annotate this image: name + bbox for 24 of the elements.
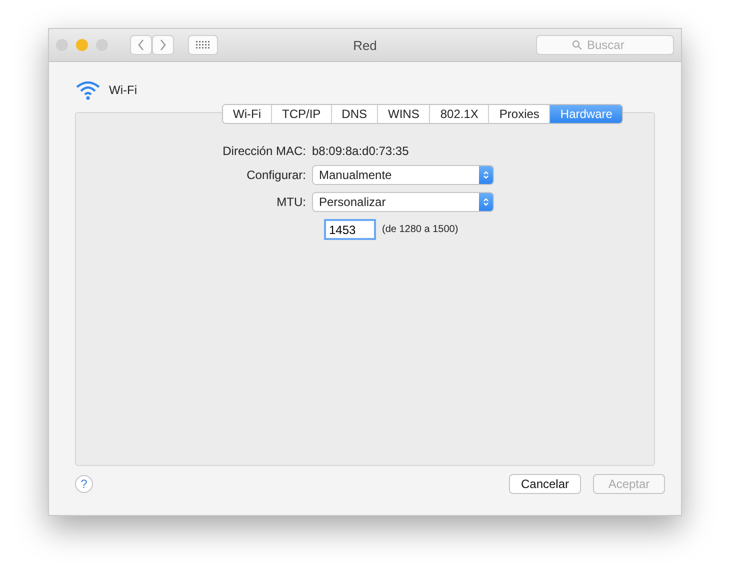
help-button[interactable]: ? — [75, 475, 93, 493]
grid-icon — [196, 41, 210, 49]
popup-menu[interactable]: Personalizar — [312, 192, 494, 212]
chevron-right-icon — [159, 39, 167, 51]
back-button[interactable] — [130, 35, 152, 55]
cancel-button[interactable]: Cancelar — [509, 474, 581, 494]
forward-button[interactable] — [152, 35, 174, 55]
search-field[interactable]: Buscar — [536, 35, 674, 55]
wifi-icon — [75, 80, 101, 100]
window-title: Red — [353, 38, 377, 52]
field-label: MTU: — [276, 195, 306, 209]
service-title: Wi-Fi — [109, 83, 137, 97]
range-hint: (de 1280 a 1500) — [382, 224, 458, 235]
popup-menu[interactable]: Manualmente — [312, 165, 494, 185]
search-icon — [572, 40, 582, 50]
show-all-button[interactable] — [188, 35, 218, 55]
updown-arrows-icon — [483, 170, 489, 180]
field-label: Dirección MAC: — [222, 144, 306, 158]
window-control[interactable] — [76, 39, 88, 51]
mtu-field[interactable]: 1453 — [324, 219, 376, 240]
field-label: Configurar: — [246, 168, 306, 182]
updown-arrows-icon — [483, 197, 489, 207]
field-value: b8:09:8a:d0:73:35 — [312, 144, 410, 158]
chevron-left-icon — [137, 39, 145, 51]
